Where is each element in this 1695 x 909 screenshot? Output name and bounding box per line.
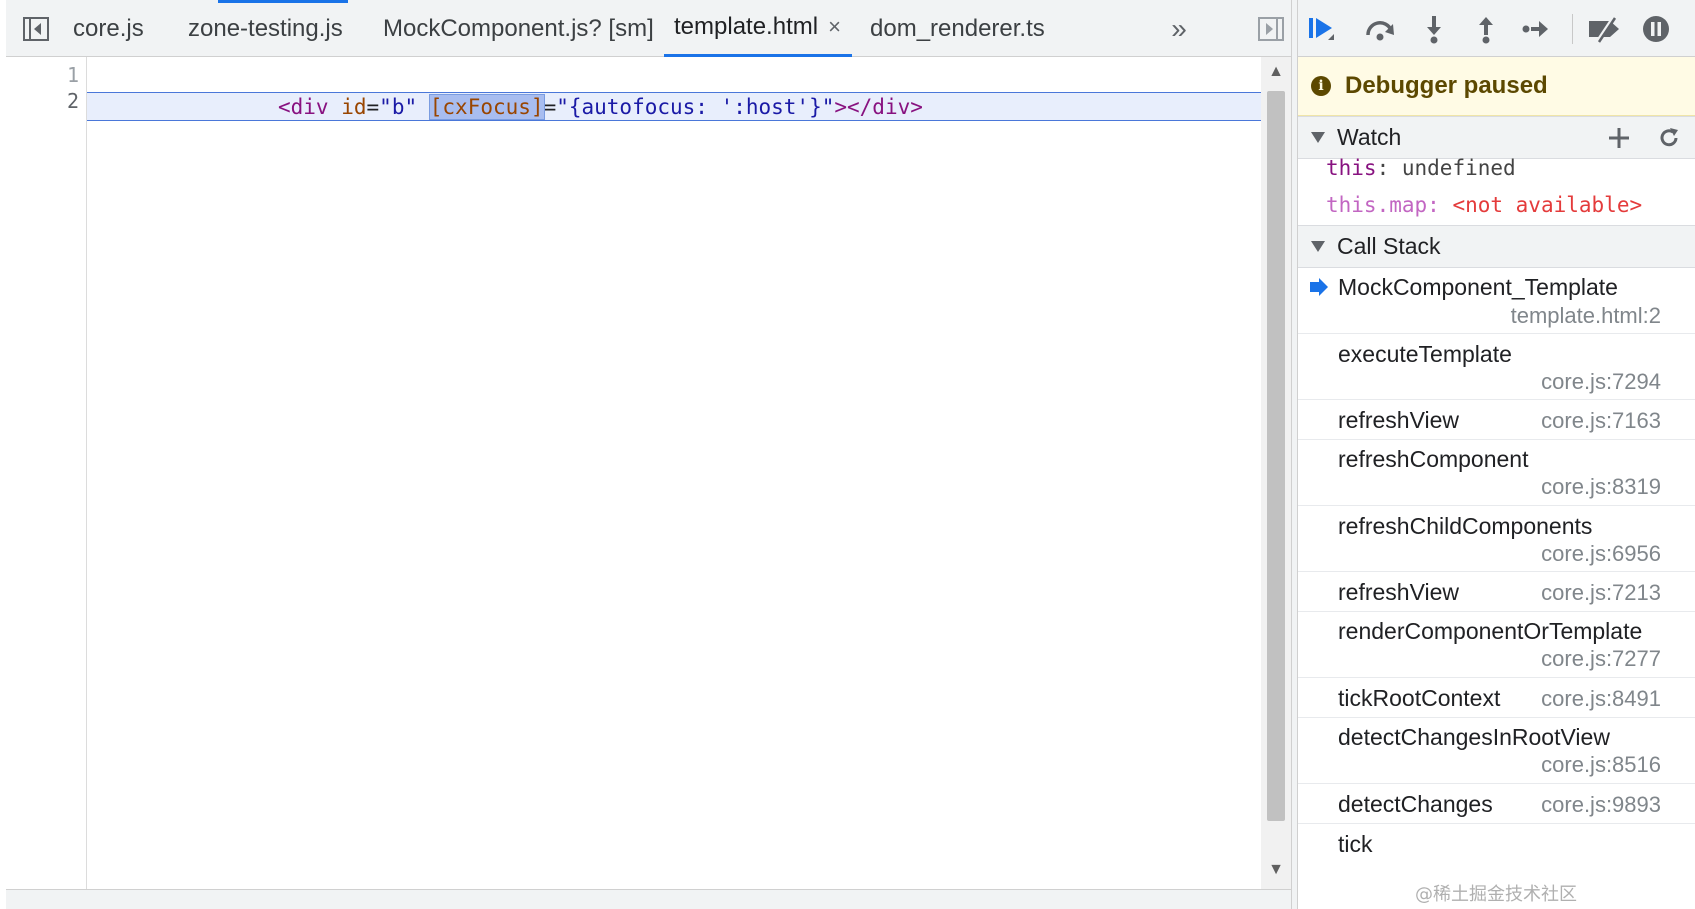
scrollbar-thumb[interactable] bbox=[1267, 91, 1285, 821]
code-token-tag: <div bbox=[278, 95, 342, 119]
tab-core-js[interactable]: core.js bbox=[63, 0, 154, 57]
code-token-tag: ></div> bbox=[834, 95, 923, 119]
code-token-eq: = bbox=[543, 95, 557, 119]
call-frame-name: refreshView bbox=[1338, 579, 1460, 605]
refresh-watch-icon[interactable] bbox=[1654, 123, 1684, 153]
call-frame-name: refreshChildComponents bbox=[1338, 513, 1593, 539]
code-token-highlighted-attr: [cxFocus] bbox=[428, 94, 545, 120]
debugger-sidebar: i Debugger paused Watch this: undefined … bbox=[1298, 0, 1695, 909]
call-frame-location[interactable]: core.js:7294 bbox=[1541, 369, 1661, 395]
debugger-toolbar bbox=[1298, 0, 1695, 57]
call-frame-location[interactable]: core.js:8319 bbox=[1541, 474, 1661, 500]
tab-dom-renderer-ts[interactable]: dom_renderer.ts bbox=[860, 0, 1055, 57]
watch-key: this bbox=[1326, 156, 1377, 180]
tab-mockcomponent-js[interactable]: MockComponent.js? [sm] bbox=[373, 0, 664, 57]
tab-template-html[interactable]: template.html × bbox=[664, 0, 852, 57]
add-watch-icon[interactable] bbox=[1604, 123, 1634, 153]
toolbar-separator bbox=[1572, 14, 1573, 44]
code-token-eq: = bbox=[366, 95, 380, 119]
editor-status-bar bbox=[6, 889, 1292, 909]
call-frame-name: detectChanges bbox=[1338, 791, 1493, 817]
close-tab-icon[interactable]: × bbox=[828, 14, 841, 40]
watermark: @稀土掘金技术社区 bbox=[1415, 884, 1577, 905]
call-frame[interactable]: refreshView core.js:7163 bbox=[1298, 400, 1695, 440]
watch-expression-row[interactable]: this: undefined bbox=[1326, 156, 1516, 180]
tab-zone-testing-js[interactable]: zone-testing.js bbox=[178, 0, 353, 57]
call-frame[interactable]: detectChanges core.js:9893 bbox=[1298, 784, 1695, 824]
watch-title: Watch bbox=[1337, 124, 1402, 150]
watch-expression-row[interactable]: this.map: <not available> bbox=[1326, 193, 1642, 217]
call-frame-name: detectChangesInRootView bbox=[1338, 724, 1610, 750]
call-stack-section-header[interactable]: Call Stack bbox=[1298, 225, 1695, 268]
more-tabs-chevron-icon[interactable]: » bbox=[1164, 13, 1194, 44]
call-frame-location[interactable]: core.js:6956 bbox=[1541, 541, 1661, 567]
code-token-string: "b" bbox=[379, 95, 418, 119]
step-into-icon[interactable] bbox=[1416, 13, 1452, 45]
watch-separator: : bbox=[1376, 156, 1402, 180]
tab-label: dom_renderer.ts bbox=[870, 14, 1045, 42]
call-stack-title: Call Stack bbox=[1337, 233, 1441, 259]
call-frame-name: refreshComponent bbox=[1338, 446, 1529, 472]
call-frame-location[interactable]: core.js:7213 bbox=[1541, 580, 1661, 606]
code-token-attr: id bbox=[341, 95, 367, 119]
call-frame-name: executeTemplate bbox=[1338, 341, 1512, 367]
expand-triangle-icon bbox=[1311, 132, 1325, 143]
call-frame[interactable]: tick bbox=[1298, 824, 1695, 864]
call-frame-name: refreshView bbox=[1338, 407, 1460, 433]
watch-section-header[interactable]: Watch bbox=[1298, 116, 1695, 159]
call-frame[interactable]: detectChangesInRootView core.js:8516 bbox=[1298, 718, 1695, 784]
call-frame[interactable]: tickRootContext core.js:8491 bbox=[1298, 678, 1695, 718]
call-frame-location[interactable]: core.js:8516 bbox=[1541, 752, 1661, 778]
call-frame[interactable]: refreshView core.js:7213 bbox=[1298, 572, 1695, 612]
call-frame-name: renderComponentOrTemplate bbox=[1338, 618, 1643, 644]
watch-key: this.map bbox=[1326, 193, 1428, 217]
scroll-down-icon[interactable]: ▼ bbox=[1261, 861, 1291, 879]
step-over-icon[interactable] bbox=[1362, 13, 1398, 45]
watch-value: <not available> bbox=[1452, 193, 1643, 217]
call-frame-name: MockComponent_Template bbox=[1338, 274, 1618, 300]
pane-divider[interactable] bbox=[1291, 0, 1298, 909]
call-frame-active[interactable]: MockComponent_Template template.html:2 bbox=[1298, 268, 1695, 334]
scroll-up-icon[interactable]: ▲ bbox=[1261, 63, 1291, 81]
toggle-navigator-icon[interactable] bbox=[21, 15, 51, 43]
deactivate-breakpoints-icon[interactable] bbox=[1584, 13, 1628, 45]
call-frame[interactable]: executeTemplate core.js:7294 bbox=[1298, 334, 1695, 400]
watch-value: undefined bbox=[1401, 156, 1516, 180]
toggle-debugger-icon[interactable] bbox=[1256, 15, 1286, 43]
call-frame-name: tick bbox=[1338, 831, 1373, 857]
tab-label: zone-testing.js bbox=[188, 14, 343, 42]
code-editor[interactable]: <div id="b" [cxFocus]="{autofocus: ':hos… bbox=[87, 57, 1261, 889]
debugger-paused-banner: i Debugger paused bbox=[1298, 57, 1695, 116]
tab-label: template.html bbox=[674, 13, 819, 40]
step-out-icon[interactable] bbox=[1468, 13, 1504, 45]
expand-triangle-icon bbox=[1311, 241, 1325, 252]
current-frame-arrow-icon bbox=[1310, 278, 1328, 296]
paused-status-text: Debugger paused bbox=[1345, 72, 1548, 99]
call-frame[interactable]: refreshChildComponents core.js:6956 bbox=[1298, 506, 1695, 572]
info-icon: i bbox=[1311, 76, 1331, 96]
call-frame-location[interactable]: template.html:2 bbox=[1511, 303, 1661, 329]
call-frame[interactable]: refreshComponent core.js:8319 bbox=[1298, 440, 1695, 506]
call-frame-name: tickRootContext bbox=[1338, 685, 1501, 711]
resume-icon[interactable] bbox=[1304, 13, 1340, 45]
watch-separator: : bbox=[1427, 193, 1453, 217]
code-token-string: "{autofocus: ':host'}" bbox=[556, 95, 835, 119]
call-frame-location[interactable]: core.js:7277 bbox=[1541, 646, 1661, 672]
call-frame-location[interactable]: core.js:7163 bbox=[1541, 408, 1661, 434]
code-line-2[interactable]: <div id="b" [cxFocus]="{autofocus: ':hos… bbox=[278, 93, 923, 121]
editor-tab-bar: core.js zone-testing.js MockComponent.js… bbox=[6, 0, 1298, 57]
step-icon[interactable] bbox=[1518, 13, 1554, 45]
line-number-gutter[interactable]: 1 2 bbox=[6, 57, 87, 889]
pause-on-exceptions-icon[interactable] bbox=[1638, 13, 1674, 45]
tab-label: MockComponent.js? [sm] bbox=[383, 14, 654, 42]
call-frame[interactable]: renderComponentOrTemplate core.js:7277 bbox=[1298, 612, 1695, 678]
editor-scrollbar[interactable]: ▲ ▼ bbox=[1261, 57, 1291, 889]
call-frame-location[interactable]: core.js:8491 bbox=[1541, 686, 1661, 712]
call-frame-location[interactable]: core.js:9893 bbox=[1541, 792, 1661, 818]
line-number[interactable]: 1 bbox=[67, 63, 79, 87]
line-number[interactable]: 2 bbox=[67, 89, 79, 113]
tab-label: core.js bbox=[73, 14, 144, 42]
